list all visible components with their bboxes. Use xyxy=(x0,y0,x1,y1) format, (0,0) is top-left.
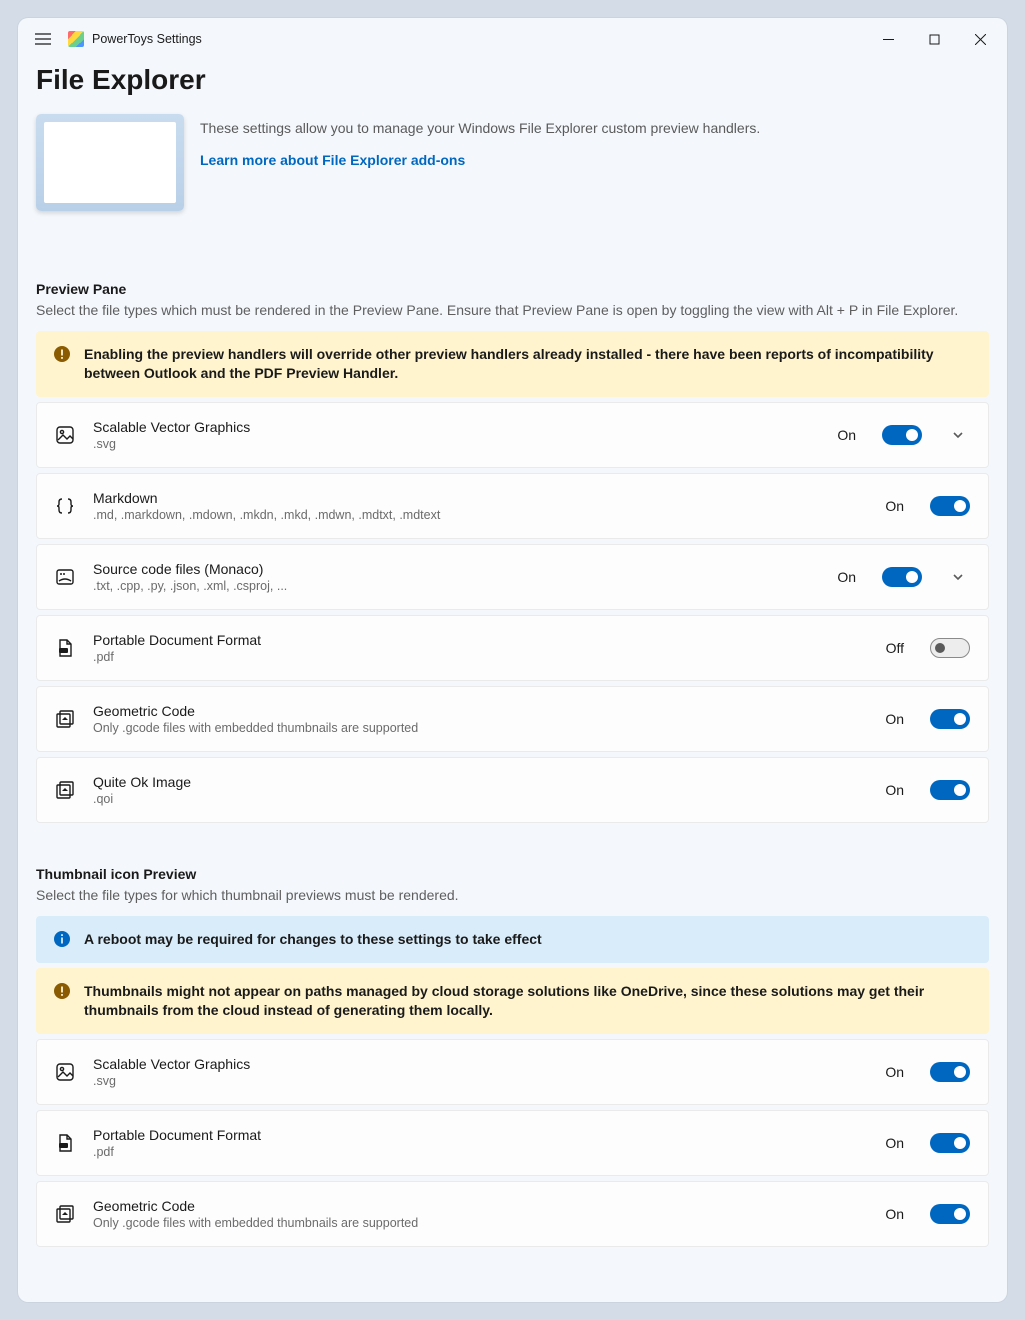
toggle-switch[interactable] xyxy=(882,567,922,587)
setting-subtitle: .md, .markdown, .mdown, .mkdn, .mkd, .md… xyxy=(93,508,867,522)
app-title: PowerToys Settings xyxy=(92,32,202,46)
preview-setting-row: Source code files (Monaco) .txt, .cpp, .p… xyxy=(36,544,989,610)
setting-body: Geometric Code Only .gcode files with emb… xyxy=(93,703,867,735)
toggle-state-label: Off xyxy=(886,640,904,656)
preview-warning-banner: Enabling the preview handlers will overr… xyxy=(36,331,989,397)
preview-setting-row: Quite Ok Image .qoi On xyxy=(36,757,989,823)
maximize-button[interactable] xyxy=(911,24,957,54)
hero: These settings allow you to manage your … xyxy=(36,114,989,211)
learn-more-link[interactable]: Learn more about File Explorer add-ons xyxy=(200,152,465,168)
thumb-info-banner: A reboot may be required for changes to … xyxy=(36,916,989,963)
close-button[interactable] xyxy=(957,24,1003,54)
toggle-switch[interactable] xyxy=(930,1204,970,1224)
thumb-setting-row: Geometric Code Only .gcode files with emb… xyxy=(36,1181,989,1247)
image-icon xyxy=(55,425,75,445)
toggle-state-label: On xyxy=(885,1064,904,1080)
chevron-down-icon[interactable] xyxy=(946,571,970,583)
hero-description: These settings allow you to manage your … xyxy=(200,120,989,136)
hamburger-menu-button[interactable] xyxy=(22,18,64,60)
pdf-icon xyxy=(55,1133,75,1153)
setting-title: Scalable Vector Graphics xyxy=(93,1056,867,1072)
app-window: PowerToys Settings File Explorer These s… xyxy=(18,18,1007,1302)
setting-title: Geometric Code xyxy=(93,1198,867,1214)
setting-title: Portable Document Format xyxy=(93,1127,867,1143)
preview-setting-row: Portable Document Format .pdf Off xyxy=(36,615,989,681)
geo-icon xyxy=(55,1204,75,1224)
thumb-setting-row: Portable Document Format .pdf On xyxy=(36,1110,989,1176)
toggle-switch[interactable] xyxy=(930,638,970,658)
toggle-state-label: On xyxy=(885,782,904,798)
setting-body: Markdown .md, .markdown, .mdown, .mkdn, .… xyxy=(93,490,867,522)
setting-body: Portable Document Format .pdf xyxy=(93,1127,867,1159)
thumb-info-text: A reboot may be required for changes to … xyxy=(84,930,542,949)
pdf-icon xyxy=(55,638,75,658)
setting-title: Source code files (Monaco) xyxy=(93,561,819,577)
preview-section-heading: Preview Pane xyxy=(36,281,989,297)
thumb-warning-banner: Thumbnails might not appear on paths man… xyxy=(36,968,989,1034)
toggle-switch[interactable] xyxy=(930,1062,970,1082)
thumb-warning-text: Thumbnails might not appear on paths man… xyxy=(84,982,971,1020)
thumb-setting-row: Scalable Vector Graphics .svg On xyxy=(36,1039,989,1105)
braces-icon xyxy=(55,496,75,516)
code-icon xyxy=(55,567,75,587)
toggle-switch[interactable] xyxy=(930,780,970,800)
setting-body: Geometric Code Only .gcode files with emb… xyxy=(93,1198,867,1230)
setting-body: Source code files (Monaco) .txt, .cpp, .p… xyxy=(93,561,819,593)
hero-thumbnail xyxy=(36,114,184,211)
preview-setting-row: Markdown .md, .markdown, .mdown, .mkdn, .… xyxy=(36,473,989,539)
setting-title: Geometric Code xyxy=(93,703,867,719)
page-title: File Explorer xyxy=(36,64,989,96)
setting-title: Portable Document Format xyxy=(93,632,868,648)
content-scroll[interactable]: File Explorer These settings allow you t… xyxy=(18,60,1007,1302)
setting-subtitle: .svg xyxy=(93,1074,867,1088)
thumb-section-heading: Thumbnail icon Preview xyxy=(36,866,989,882)
info-icon xyxy=(54,931,70,947)
setting-subtitle: Only .gcode files with embedded thumbnai… xyxy=(93,1216,867,1230)
setting-subtitle: .txt, .cpp, .py, .json, .xml, .csproj, .… xyxy=(93,579,819,593)
setting-subtitle: .qoi xyxy=(93,792,867,806)
image-icon xyxy=(55,1062,75,1082)
toggle-state-label: On xyxy=(837,427,856,443)
minimize-button[interactable] xyxy=(865,24,911,54)
toggle-switch[interactable] xyxy=(930,709,970,729)
preview-section-desc: Select the file types which must be rend… xyxy=(36,301,989,319)
setting-body: Quite Ok Image .qoi xyxy=(93,774,867,806)
toggle-switch[interactable] xyxy=(882,425,922,445)
toggle-state-label: On xyxy=(885,498,904,514)
chevron-down-icon[interactable] xyxy=(946,429,970,441)
thumb-section-desc: Select the file types for which thumbnai… xyxy=(36,886,989,904)
toggle-state-label: On xyxy=(837,569,856,585)
warning-icon xyxy=(54,346,70,362)
titlebar: PowerToys Settings xyxy=(18,18,1007,60)
setting-body: Scalable Vector Graphics .svg xyxy=(93,419,819,451)
setting-subtitle: .pdf xyxy=(93,650,868,664)
setting-body: Portable Document Format .pdf xyxy=(93,632,868,664)
setting-body: Scalable Vector Graphics .svg xyxy=(93,1056,867,1088)
setting-title: Quite Ok Image xyxy=(93,774,867,790)
preview-warning-text: Enabling the preview handlers will overr… xyxy=(84,345,971,383)
setting-title: Markdown xyxy=(93,490,867,506)
warning-icon xyxy=(54,983,70,999)
toggle-state-label: On xyxy=(885,1206,904,1222)
setting-subtitle: .svg xyxy=(93,437,819,451)
geo-icon xyxy=(55,780,75,800)
preview-setting-row: Scalable Vector Graphics .svg On xyxy=(36,402,989,468)
toggle-state-label: On xyxy=(885,1135,904,1151)
setting-subtitle: .pdf xyxy=(93,1145,867,1159)
setting-subtitle: Only .gcode files with embedded thumbnai… xyxy=(93,721,867,735)
toggle-switch[interactable] xyxy=(930,496,970,516)
app-logo-icon xyxy=(68,31,84,47)
geo-icon xyxy=(55,709,75,729)
preview-setting-row: Geometric Code Only .gcode files with emb… xyxy=(36,686,989,752)
toggle-switch[interactable] xyxy=(930,1133,970,1153)
setting-title: Scalable Vector Graphics xyxy=(93,419,819,435)
toggle-state-label: On xyxy=(885,711,904,727)
